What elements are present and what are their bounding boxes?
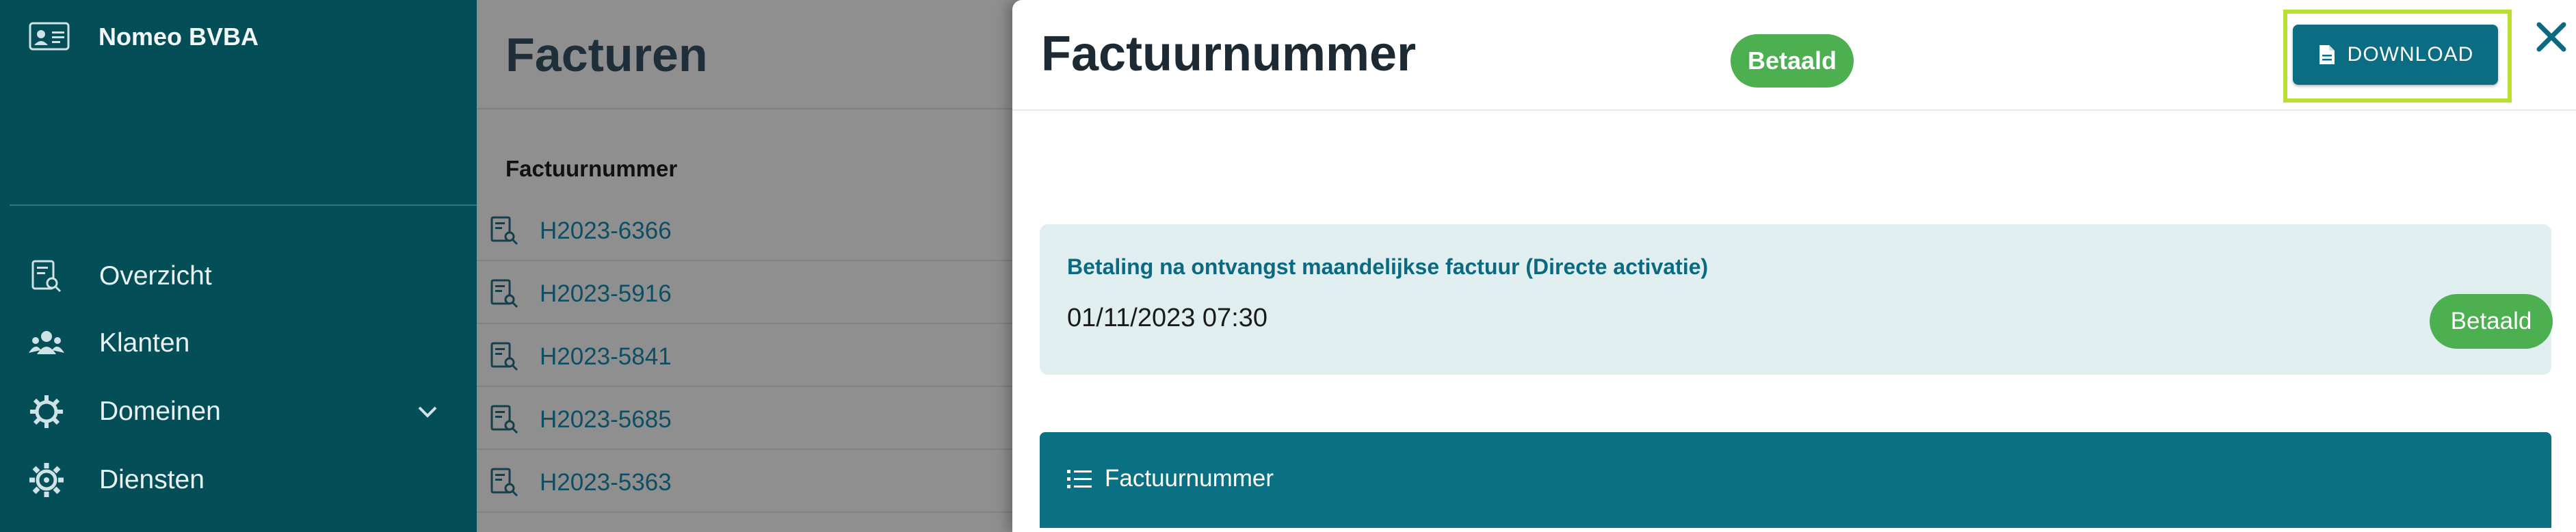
table-row[interactable]: H2023-6366 <box>477 198 1024 261</box>
gear-icon <box>30 395 63 428</box>
section-label: Factuurnummer <box>1105 465 1274 492</box>
header-divider <box>477 108 1024 109</box>
status-badge: Betaald <box>1731 34 1854 88</box>
table-row[interactable]: H2023-5685 <box>477 387 1024 450</box>
drawer-title: Factuurnummer <box>1041 27 1417 81</box>
payment-status-badge: Betaald <box>2430 294 2553 349</box>
sidebar-item-label: Overzicht <box>99 261 212 291</box>
invoice-section-header: Factuurnummer <box>1040 432 2551 528</box>
sidebar-item-domeinen[interactable]: Domeinen <box>0 379 477 444</box>
sidebar-item-klanten[interactable]: Klanten <box>0 310 477 376</box>
document-icon <box>2319 45 2335 64</box>
invoice-search-icon[interactable] <box>489 466 521 498</box>
sidebar-item-diensten[interactable]: Diensten <box>0 447 477 513</box>
sidebar-item-label: Klanten <box>99 328 190 358</box>
chevron-down-icon[interactable] <box>414 398 441 425</box>
column-header-factuurnummer[interactable]: Factuurnummer <box>505 156 677 182</box>
table-row[interactable]: H2023-5916 <box>477 261 1024 324</box>
invoice-search-icon <box>31 260 62 293</box>
invoice-link[interactable]: H2023-5363 <box>540 469 672 496</box>
table-row[interactable]: H2023-5841 <box>477 324 1024 387</box>
sidebar-item-label: Diensten <box>99 465 205 494</box>
company-switcher[interactable]: Nomeo BVBA <box>29 21 259 52</box>
id-card-icon <box>29 22 70 51</box>
table-row[interactable]: H2023-5363 <box>477 450 1024 513</box>
cog-icon <box>29 463 64 497</box>
page-title: Facturen <box>505 28 708 81</box>
sidebar-item-label: Domeinen <box>99 397 221 426</box>
invoice-search-icon[interactable] <box>489 403 521 435</box>
invoice-link[interactable]: H2023-6366 <box>540 217 672 245</box>
sidebar-divider <box>10 204 477 206</box>
sidebar-item-overzicht[interactable]: Overzicht <box>0 243 477 309</box>
close-icon[interactable] <box>2529 15 2573 59</box>
drawer-header: Factuurnummer Betaald DOWNLOAD <box>1012 0 2576 111</box>
invoice-detail-drawer: Factuurnummer Betaald DOWNLOAD Betaling … <box>1012 0 2576 532</box>
payment-card: Betaling na ontvangst maandelijkse factu… <box>1040 224 2553 375</box>
download-button[interactable]: DOWNLOAD <box>2293 25 2498 85</box>
users-icon <box>29 331 64 354</box>
payment-title: Betaling na ontvangst maandelijkse factu… <box>1067 254 1709 279</box>
invoice-search-icon[interactable] <box>489 215 521 246</box>
list-icon <box>1067 470 1092 488</box>
download-label: DOWNLOAD <box>2347 43 2474 66</box>
sidebar: Nomeo BVBA Overzicht Klanten Domeinen Di… <box>0 0 477 532</box>
invoices-page: Facturen Factuurnummer H2023-6366 H2023-… <box>477 0 1024 532</box>
invoice-link[interactable]: H2023-5685 <box>540 406 672 434</box>
invoice-search-icon[interactable] <box>489 341 521 372</box>
company-name: Nomeo BVBA <box>98 23 259 51</box>
invoice-link[interactable]: H2023-5841 <box>540 343 672 371</box>
invoice-search-icon[interactable] <box>489 278 521 309</box>
invoice-link[interactable]: H2023-5916 <box>540 280 672 308</box>
payment-datetime: 01/11/2023 07:30 <box>1067 304 1268 332</box>
